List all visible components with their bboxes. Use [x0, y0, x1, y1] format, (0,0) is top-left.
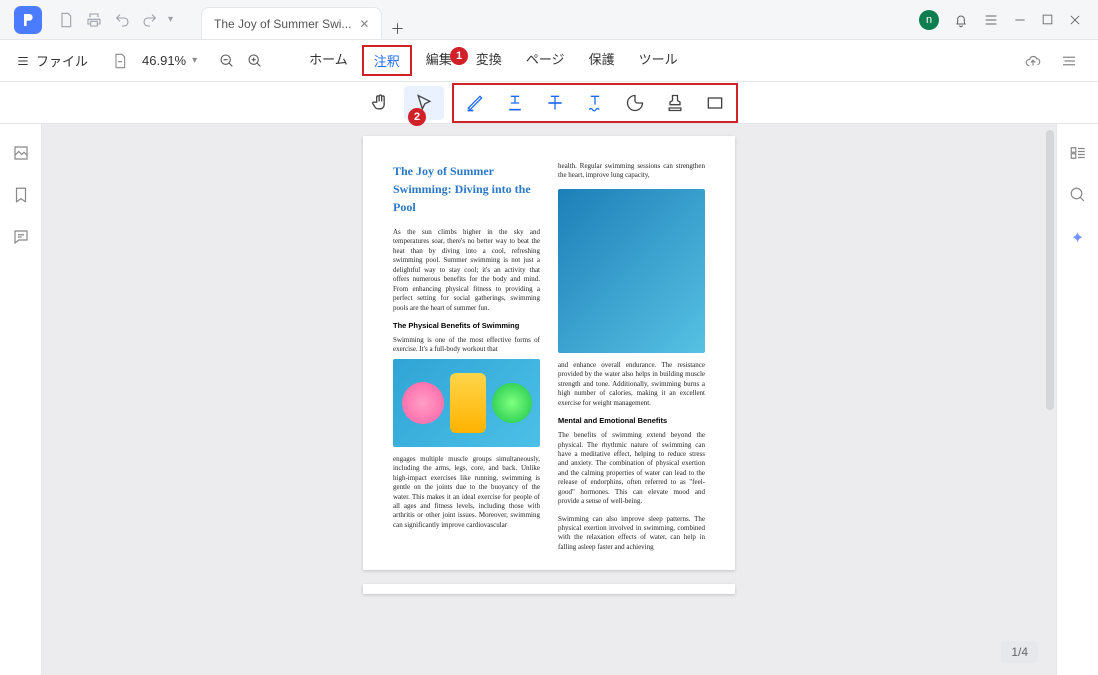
zoom-level[interactable]: 46.91%: [142, 53, 186, 68]
doc-para: engages multiple muscle groups simultane…: [393, 455, 540, 531]
menu-page[interactable]: ページ: [516, 45, 575, 76]
maximize-icon[interactable]: [1041, 13, 1054, 26]
scrollbar-thumb[interactable]: [1046, 130, 1054, 410]
document-title: The Joy of Summer Swimming: Diving into …: [393, 162, 540, 216]
file-label: ファイル: [36, 51, 88, 70]
annotation-toolbar: [0, 82, 1098, 124]
comments-icon[interactable]: [12, 228, 30, 246]
annotation-tools-group: [452, 83, 738, 123]
avatar[interactable]: n: [919, 10, 939, 30]
callout-badge-2: 2: [408, 108, 426, 126]
page-view-icon[interactable]: [106, 53, 134, 69]
hamburger-icon: [16, 54, 30, 68]
menubar-right: [1024, 52, 1098, 70]
thumbnails-icon[interactable]: [12, 144, 30, 162]
settings-lines-icon[interactable]: [1060, 52, 1078, 70]
doc-heading: The Physical Benefits of Swimming: [393, 321, 540, 330]
redo-icon[interactable]: [136, 12, 164, 28]
workspace: The Joy of Summer Swimming: Diving into …: [0, 124, 1098, 675]
notifications-icon[interactable]: [953, 12, 969, 28]
doc-para: Swimming is one of the most effective fo…: [393, 336, 540, 355]
strikethrough-tool-icon[interactable]: [535, 86, 575, 120]
tab-close-icon[interactable]: ✕: [359, 17, 369, 31]
close-icon[interactable]: [1068, 13, 1082, 27]
stamp-tool-icon[interactable]: [655, 86, 695, 120]
doc-image-swimmer: [558, 189, 705, 353]
menu-tools[interactable]: ツール: [629, 45, 688, 76]
page-indicator[interactable]: 1/4: [1001, 641, 1038, 663]
zoom-out-icon[interactable]: [213, 53, 241, 69]
document-canvas[interactable]: The Joy of Summer Swimming: Diving into …: [42, 124, 1056, 675]
scrollbar[interactable]: [1046, 124, 1054, 664]
doc-para: The benefits of swimming extend beyond t…: [558, 431, 705, 507]
window-controls: n: [919, 10, 1098, 30]
menu-protect[interactable]: 保護: [579, 45, 625, 76]
zoom-in-icon[interactable]: [241, 53, 269, 69]
tab-title: The Joy of Summer Swi...: [214, 17, 351, 31]
sticker-tool-icon[interactable]: [615, 86, 655, 120]
menu-icon[interactable]: [983, 12, 999, 28]
quick-access-caret[interactable]: ▾: [168, 14, 173, 25]
doc-para: health. Regular swimming sessions can st…: [558, 162, 705, 181]
print-icon[interactable]: [80, 12, 108, 28]
bookmark-icon[interactable]: [12, 186, 30, 204]
document-tab[interactable]: The Joy of Summer Swi... ✕: [201, 7, 382, 39]
main-menu: ホーム 注釈 編集 変換 ページ 保護 ツール: [299, 45, 687, 76]
document-page: The Joy of Summer Swimming: Diving into …: [363, 136, 735, 570]
doc-para: Swimming can also improve sleep patterns…: [558, 515, 705, 553]
app-logo[interactable]: [14, 6, 42, 34]
highlight-tool-icon[interactable]: [455, 86, 495, 120]
file-menu[interactable]: ファイル: [16, 51, 88, 70]
menu-home[interactable]: ホーム: [299, 45, 358, 76]
sidebar-left: [0, 124, 42, 675]
doc-para: As the sun climbs higher in the sky and …: [393, 228, 540, 313]
menubar: ファイル 46.91% ▾ ホーム 注釈 編集 変換 ページ 保護 ツール: [0, 40, 1098, 82]
ai-sparkle-icon[interactable]: ✦: [1071, 228, 1084, 248]
squiggly-tool-icon[interactable]: [575, 86, 615, 120]
minimize-icon[interactable]: [1013, 13, 1027, 27]
callout-badge-1: 1: [450, 47, 468, 65]
properties-icon[interactable]: [1069, 144, 1087, 162]
next-page-peek: [363, 584, 735, 594]
sidebar-right: ✦: [1056, 124, 1098, 675]
undo-icon[interactable]: [108, 12, 136, 28]
document-tabs: The Joy of Summer Swi... ✕ ＋: [201, 0, 412, 39]
rectangle-tool-icon[interactable]: [695, 86, 735, 120]
doc-image-pool-toys: [393, 359, 540, 447]
doc-heading: Mental and Emotional Benefits: [558, 416, 705, 425]
cloud-icon[interactable]: [1024, 52, 1042, 70]
underline-tool-icon[interactable]: [495, 86, 535, 120]
menu-annotate[interactable]: 注釈: [362, 45, 412, 76]
zoom-caret[interactable]: ▾: [192, 55, 197, 66]
titlebar: ▾ The Joy of Summer Swi... ✕ ＋ n: [0, 0, 1098, 40]
doc-para: and enhance overall endurance. The resis…: [558, 361, 705, 408]
doc-icon[interactable]: [52, 12, 80, 28]
search-icon[interactable]: [1069, 186, 1087, 204]
menu-convert[interactable]: 変換: [466, 45, 512, 76]
tab-add-icon[interactable]: ＋: [382, 19, 412, 39]
hand-tool-icon[interactable]: [360, 86, 400, 120]
